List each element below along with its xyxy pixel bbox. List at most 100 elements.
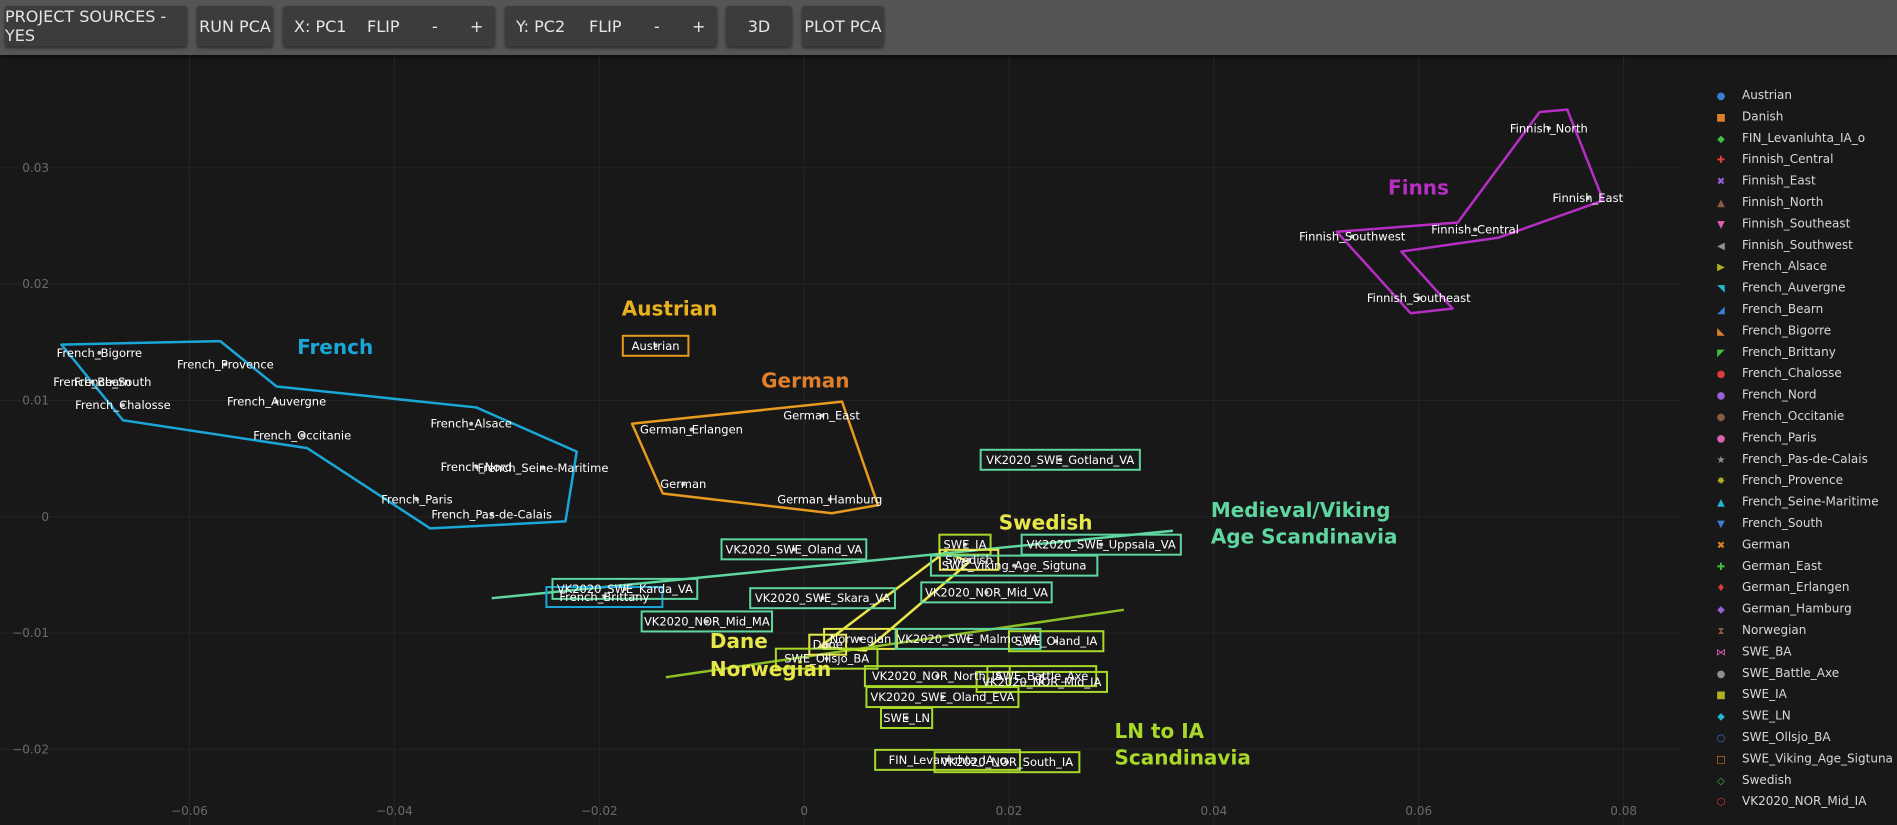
legend-entry: French_Seine-Maritime <box>1742 495 1879 509</box>
point-label: French_Alsace <box>430 417 511 431</box>
legend-entry: German <box>1742 537 1790 551</box>
legend-marker-icon: ✚ <box>1717 155 1725 166</box>
group-annotation: Scandinavia <box>1115 746 1251 770</box>
legend-marker-icon: ▲ <box>1717 498 1725 509</box>
3d-button[interactable]: 3D <box>726 6 792 46</box>
x-tick-label: −0.04 <box>376 804 413 818</box>
legend-entry: Danish <box>1742 109 1783 123</box>
legend-marker-icon: □ <box>1716 754 1725 765</box>
point-label: German_Erlangen <box>640 423 743 437</box>
x-increment-button[interactable]: + <box>470 17 483 36</box>
legend-marker-icon: ● <box>1717 91 1726 102</box>
legend-entry: Finnish_North <box>1742 195 1823 209</box>
point-label: SWE_Oland_IA <box>1015 634 1098 648</box>
legend-entry: Austrian <box>1742 88 1792 102</box>
legend-entry: Finnish_Southeast <box>1742 216 1851 230</box>
x-tick-label: 0 <box>800 804 808 818</box>
legend-marker-icon: ● <box>1717 391 1726 402</box>
legend-marker-icon: ■ <box>1716 112 1725 123</box>
point-label: Finnish_East <box>1553 191 1624 205</box>
toolbar: PROJECT SOURCES - YES RUN PCA X: PC1 FLI… <box>0 0 1897 55</box>
point-label: French_Seine-Maritime <box>477 461 608 475</box>
legend-entry: Finnish_Southwest <box>1742 238 1853 252</box>
point-label: VK2020_NOR_Mid_IA <box>982 675 1101 689</box>
legend-entry: Finnish_East <box>1742 174 1816 188</box>
legend-entry: FIN_Levanluhta_IA_o <box>1742 131 1865 145</box>
point-label: Finnish_Southeast <box>1367 291 1471 305</box>
legend-entry: SWE_IA <box>1742 687 1788 701</box>
legend-marker-icon: ◤ <box>1717 348 1725 359</box>
point-label: Norwegian <box>830 632 892 646</box>
legend-entry: French_Bearn <box>1742 302 1823 316</box>
pca-scatter-plot: −0.06 −0.04 −0.02 0 0.02 0.04 0.06 0.08 0.03 0.02… <box>0 55 1893 825</box>
point-label: Finnish_Southwest <box>1299 229 1406 243</box>
legend: ● Austrian ■ Danish ◆ FIN_Levanluhta_IA_o ✚ Fin… <box>1716 88 1893 808</box>
legend-entry: French_Alsace <box>1742 259 1827 273</box>
point-label: French_Chalosse <box>75 398 171 412</box>
point-label: Finnish_North <box>1510 121 1588 135</box>
point-label: French_Provence <box>177 357 274 371</box>
legend-entry: VK2020_NOR_Mid_IA <box>1742 794 1867 808</box>
y-decrement-button[interactable]: - <box>654 17 660 36</box>
x-flip-button[interactable]: FLIP <box>367 17 399 36</box>
point-label: VK2020_SWE_Oland_VA <box>726 542 863 556</box>
legend-entry: German_East <box>1742 559 1822 573</box>
point-label: SWE_LN <box>883 711 930 725</box>
legend-marker-icon: ■ <box>1716 690 1725 701</box>
point-label: VK2020_SWE_Karda_VA <box>557 582 693 596</box>
x-axis-select[interactable]: X: PC1 <box>294 17 346 36</box>
group-annotation: Swedish <box>999 511 1093 535</box>
point-label: VK2020_SWE_Gotland_VA <box>986 453 1134 467</box>
legend-marker-icon: ● <box>1717 669 1726 680</box>
legend-entry: French_Nord <box>1742 388 1817 402</box>
y-increment-button[interactable]: + <box>692 17 705 36</box>
x-tick-label: 0.04 <box>1201 804 1228 818</box>
legend-marker-icon: ★ <box>1717 455 1726 466</box>
point-label: VK2020_SWE_Uppsala_VA <box>1027 538 1176 552</box>
y-tick-label: 0.02 <box>22 277 49 291</box>
legend-marker-icon: ◇ <box>1717 776 1725 787</box>
legend-entry: SWE_Ollsjo_BA <box>1742 730 1831 744</box>
legend-entry: French_Chalosse <box>1742 366 1842 380</box>
x-tick-label: 0.08 <box>1610 804 1637 818</box>
legend-marker-icon: ◆ <box>1717 134 1725 145</box>
legend-marker-icon: ◆ <box>1717 605 1725 616</box>
y-flip-button[interactable]: FLIP <box>589 17 621 36</box>
legend-marker-icon: ● <box>1717 433 1726 444</box>
legend-marker-icon: ⋈ <box>1716 647 1726 658</box>
legend-entry: French_Bigorre <box>1742 323 1831 337</box>
legend-entry: SWE_BA <box>1742 644 1792 658</box>
point-label: German_Hamburg <box>777 492 882 506</box>
label-boxes <box>545 334 1182 774</box>
axis-ticks: −0.06 −0.04 −0.02 0 0.02 0.04 0.06 0.08 0.03 0.02… <box>12 161 1637 818</box>
point-label: Austrian <box>632 339 680 353</box>
legend-entry: French_Provence <box>1742 473 1843 487</box>
group-annotation: German <box>761 369 849 393</box>
y-axis-select[interactable]: Y: PC2 <box>516 17 565 36</box>
legend-marker-icon: ○ <box>1717 733 1726 744</box>
group-annotation: Age Scandinavia <box>1211 525 1398 549</box>
point-label: French_Occitanie <box>253 428 351 442</box>
legend-entry: French_Occitanie <box>1742 409 1844 423</box>
group-annotation: LN to IA <box>1115 719 1205 743</box>
point-label: French_Paris <box>381 492 452 506</box>
legend-entry: SWE_LN <box>1742 709 1791 723</box>
legend-marker-icon: ✖ <box>1717 540 1725 551</box>
y-tick-label: 0.03 <box>22 161 49 175</box>
legend-marker-icon: ⧗ <box>1717 626 1724 637</box>
legend-entry: German_Hamburg <box>1742 602 1852 616</box>
project-sources-button[interactable]: PROJECT SOURCES - YES <box>5 6 187 46</box>
legend-marker-icon: ▼ <box>1717 519 1725 530</box>
legend-marker-icon: ✚ <box>1717 562 1725 573</box>
x-tick-label: −0.02 <box>581 804 618 818</box>
legend-entry: Norwegian <box>1742 623 1806 637</box>
point-label: French_Bigorre <box>57 346 142 360</box>
y-tick-label: −0.02 <box>12 742 49 756</box>
legend-marker-icon: ♦ <box>1717 583 1726 594</box>
legend-marker-icon: ◆ <box>1717 712 1725 723</box>
run-pca-button[interactable]: RUN PCA <box>197 6 273 46</box>
legend-marker-icon: ▶ <box>1717 262 1725 273</box>
y-tick-label: 0 <box>41 510 49 524</box>
x-decrement-button[interactable]: - <box>432 17 438 36</box>
plot-pca-button[interactable]: PLOT PCA <box>802 6 884 46</box>
